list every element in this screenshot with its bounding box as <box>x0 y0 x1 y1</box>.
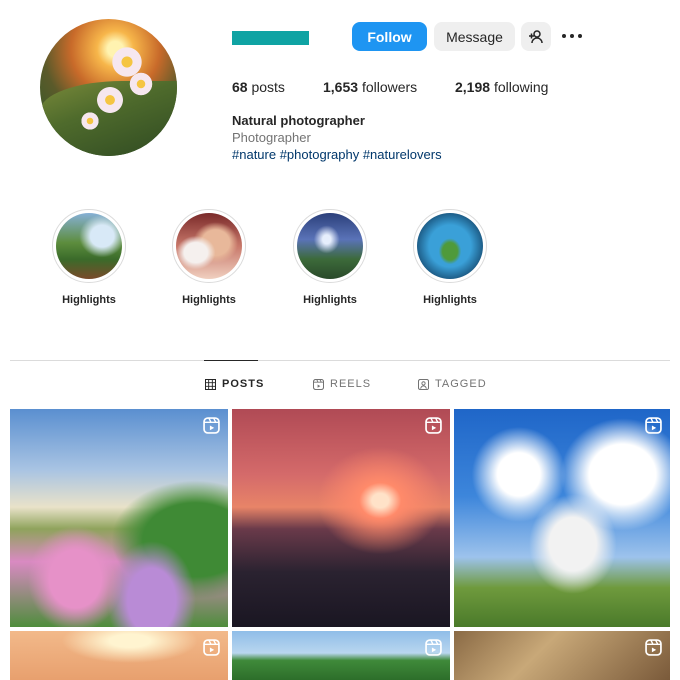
avatar-flower <box>95 85 125 115</box>
following-count[interactable]: 2,198 following <box>455 79 548 95</box>
tab-reels-label: REELS <box>330 378 372 390</box>
post-thumbnail[interactable] <box>454 409 670 627</box>
posts-count: 68 posts <box>232 79 285 95</box>
reels-icon <box>313 378 324 390</box>
grid-icon <box>205 378 216 390</box>
profile-avatar[interactable] <box>40 19 177 156</box>
tab-reels[interactable]: REELS <box>313 378 371 390</box>
highlight-ring <box>293 209 367 283</box>
followers-count[interactable]: 1,653 followers <box>323 79 417 95</box>
reel-badge-icon <box>425 417 442 434</box>
highlight-label: Highlights <box>303 294 357 306</box>
highlight-item[interactable]: Highlights <box>164 209 254 306</box>
followers-number: 1,653 <box>323 79 359 95</box>
post-thumbnail[interactable] <box>10 631 228 680</box>
tagged-icon <box>418 378 429 390</box>
highlight-label: Highlights <box>62 294 116 306</box>
posts-label: posts <box>251 79 285 95</box>
highlight-ring <box>52 209 126 283</box>
highlight-cover <box>56 213 122 279</box>
reel-badge-icon <box>425 639 442 656</box>
reel-badge-icon <box>645 639 662 656</box>
post-thumbnail[interactable] <box>232 631 450 680</box>
post-thumbnail[interactable] <box>232 409 450 627</box>
dot <box>578 34 582 38</box>
highlight-label: Highlights <box>182 294 236 306</box>
highlight-cover <box>176 213 242 279</box>
username-redacted <box>232 31 309 45</box>
tab-posts-label: POSTS <box>222 378 265 390</box>
follow-button[interactable]: Follow <box>352 22 427 51</box>
following-number: 2,198 <box>455 79 491 95</box>
add-person-icon <box>529 29 543 43</box>
reel-badge-icon <box>203 639 220 656</box>
active-tab-indicator <box>204 360 258 361</box>
bio-hashtags[interactable]: #nature #photography #naturelovers <box>232 147 442 162</box>
avatar-flower <box>128 71 154 97</box>
more-options-icon[interactable] <box>562 28 586 44</box>
reel-badge-icon <box>645 417 662 434</box>
highlight-item[interactable]: Highlights <box>405 209 495 306</box>
highlight-ring <box>172 209 246 283</box>
following-label: following <box>493 79 549 95</box>
reel-badge-icon <box>203 417 220 434</box>
tabs-divider <box>10 360 670 361</box>
highlight-cover <box>297 213 363 279</box>
avatar-flower <box>80 111 100 131</box>
dot <box>562 34 566 38</box>
highlight-cover <box>417 213 483 279</box>
posts-number: 68 <box>232 79 248 95</box>
bio-name: Natural photographer <box>232 113 365 128</box>
post-thumbnail[interactable] <box>454 631 670 680</box>
message-button[interactable]: Message <box>434 22 515 51</box>
highlight-ring <box>413 209 487 283</box>
add-user-button[interactable] <box>521 22 551 51</box>
dot <box>570 34 574 38</box>
bio-category: Photographer <box>232 130 311 145</box>
highlight-item[interactable]: Highlights <box>285 209 375 306</box>
followers-label: followers <box>361 79 418 95</box>
tab-posts[interactable]: POSTS <box>205 378 264 390</box>
tab-tagged-label: TAGGED <box>435 378 487 390</box>
tab-tagged[interactable]: TAGGED <box>418 378 487 390</box>
highlight-item[interactable]: Highlights <box>44 209 134 306</box>
post-thumbnail[interactable] <box>10 409 228 627</box>
highlight-label: Highlights <box>423 294 477 306</box>
